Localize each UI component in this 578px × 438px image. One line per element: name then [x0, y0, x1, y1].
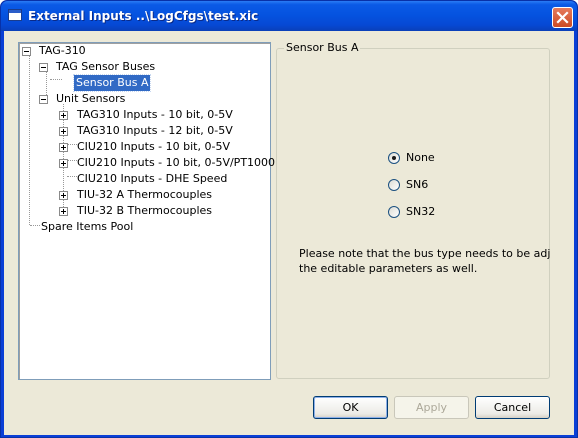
close-icon [556, 11, 569, 24]
radio-checked-icon[interactable] [388, 152, 400, 164]
collapse-icon[interactable] [39, 95, 48, 104]
tree-node-label: TAG-310 [39, 44, 86, 57]
radio-unchecked-icon[interactable] [388, 179, 400, 191]
expand-icon[interactable] [59, 207, 68, 216]
window-icon [8, 9, 22, 21]
tree-connector [29, 55, 30, 225]
radio-label: SN6 [406, 178, 429, 191]
expand-icon[interactable] [59, 159, 68, 168]
tree-node-label: TAG310 Inputs - 12 bit, 0-5V [77, 124, 233, 137]
dialog-window: External Inputs ..\LogCfgs\test.xic TAG-… [0, 0, 578, 438]
collapse-icon[interactable] [39, 63, 48, 72]
title-bar[interactable]: External Inputs ..\LogCfgs\test.xic [1, 1, 577, 31]
cancel-button[interactable]: Cancel [475, 396, 550, 419]
note-line: Please note that the bus type needs to b… [299, 247, 551, 260]
dialog-client: TAG-310 TAG Sensor Buses Sensor Bus A Un… [4, 31, 574, 435]
expand-icon[interactable] [59, 127, 68, 136]
ok-button[interactable]: OK [313, 396, 388, 419]
window-title: External Inputs ..\LogCfgs\test.xic [28, 9, 259, 23]
tree-node-label: CIU210 Inputs - DHE Speed [77, 172, 228, 185]
tree-node-label: Unit Sensors [56, 92, 126, 105]
tree-view[interactable]: TAG-310 TAG Sensor Buses Sensor Bus A Un… [18, 42, 275, 380]
tree-node-label: Spare Items Pool [41, 220, 134, 233]
expand-icon[interactable] [59, 143, 68, 152]
tree-connector [50, 79, 62, 80]
tree-node-label: CIU210 Inputs - 10 bit, 0-5V [77, 140, 230, 153]
tree-connector [46, 71, 47, 95]
note-line: the editable parameters as well. [299, 262, 478, 275]
close-button[interactable] [552, 7, 573, 28]
radio-unchecked-icon[interactable] [388, 206, 400, 218]
apply-button[interactable]: Apply [394, 396, 469, 419]
tree-node-label: TAG Sensor Buses [56, 60, 156, 73]
tree-node-label: TAG310 Inputs - 10 bit, 0-5V [77, 108, 233, 121]
expand-icon[interactable] [59, 191, 68, 200]
collapse-icon[interactable] [22, 47, 31, 56]
radio-label: SN32 [406, 205, 436, 218]
tree-node-label: Sensor Bus A [72, 74, 152, 92]
expand-icon[interactable] [59, 111, 68, 120]
tree-node-label: TIU-32 A Thermocouples [77, 188, 213, 201]
bus-type-note: Please note that the bus type needs to b… [299, 246, 551, 276]
radio-label: None [406, 151, 435, 164]
groupbox-caption: Sensor Bus A [284, 41, 361, 54]
tree-node-label: TIU-32 B Thermocouples [77, 204, 213, 217]
tree-node-label: CIU210 Inputs - 10 bit, 0-5V/PT1000 [77, 156, 276, 169]
